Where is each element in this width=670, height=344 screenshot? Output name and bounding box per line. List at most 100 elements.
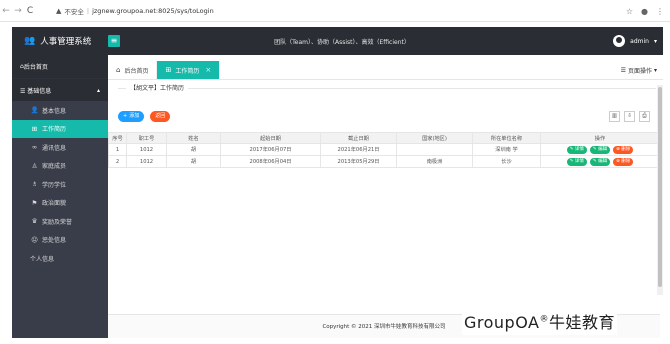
sidebar-item-award[interactable]: ♛ 奖励及荣誉 <box>12 212 108 231</box>
sidebar-item-family[interactable]: ♙ 家庭成员 <box>12 157 108 176</box>
detail-button[interactable]: ✎ 详情 <box>566 145 587 154</box>
sidebar-item-home[interactable]: ⌂ 后台首页 <box>12 55 108 79</box>
delete-button[interactable]: ⊗ 删除 <box>613 157 634 166</box>
back-button[interactable]: 返回 <box>150 111 171 122</box>
detail-button[interactable]: ✎ 详情 <box>566 157 587 166</box>
url-text: jzgnew.groupoa.net:8025/sys/toLogin <box>92 7 214 15</box>
address-separator: | <box>86 7 90 15</box>
table-header-row: 序号 职工号 姓名 起始日期 截止日期 国家(地区) 所在单位名称 操作 <box>108 132 660 144</box>
add-button[interactable]: + 添加 <box>118 111 145 122</box>
resume-table: 序号 职工号 姓名 起始日期 截止日期 国家(地区) 所在单位名称 操作 1 1… <box>108 132 660 168</box>
table-cell: 胡 <box>166 143 221 156</box>
sidebar-item-resume[interactable]: ⊞ 工作简历 <box>12 119 108 138</box>
print-icon[interactable]: ⎙ <box>639 111 650 122</box>
column-header[interactable]: 序号 <box>108 132 127 144</box>
sidebar-group-label: 基础信息 <box>27 87 52 95</box>
briefcase-icon: ⊞ <box>165 66 172 74</box>
columns-icon[interactable]: ▥ <box>609 111 620 122</box>
column-header[interactable]: 起始日期 <box>220 132 321 144</box>
table-cell: 2021年06月21日 <box>320 143 397 156</box>
column-header[interactable]: 国家(地区) <box>396 132 473 144</box>
penalty-icon: ☹ <box>31 235 38 244</box>
address-bar[interactable]: ▲ 不安全 | jzgnew.groupoa.net:8025/sys/toLo… <box>56 4 636 18</box>
column-header[interactable]: 所在单位名称 <box>472 132 541 144</box>
sidebar-item-political[interactable]: ⚑ 政治面貌 <box>12 194 108 213</box>
table-toolbar: + 添加 返回 <box>118 111 171 122</box>
briefcase-icon: ⊞ <box>31 124 38 133</box>
section-divider: 【胡文平】工作简历 <box>118 83 656 92</box>
reload-icon[interactable]: C <box>24 0 36 22</box>
bookmark-star-icon[interactable]: ☆ <box>626 7 633 16</box>
table-cell: 1012 <box>126 155 167 168</box>
avatar-icon <box>613 35 626 47</box>
back-arrow-icon[interactable]: ← <box>0 0 12 22</box>
sidebar: ⌂ 后台首页 ☰ 基础信息 ▴ 👤 基本信息 ⊞ 工作简历 ∞ 通讯信息 ♙ 家… <box>12 55 108 338</box>
add-button-label: 添加 <box>129 113 140 119</box>
registered-mark: ® <box>539 314 549 325</box>
sidebar-item-label: 奖励及荣誉 <box>42 218 73 226</box>
delete-label: 删除 <box>621 158 631 164</box>
sidebar-item-contact[interactable]: ∞ 通讯信息 <box>12 138 108 157</box>
list-icon: ☰ <box>620 67 626 74</box>
users-icon: 👥 <box>24 36 36 46</box>
screen: ← → C ▲ 不安全 | jzgnew.groupoa.net:8025/sy… <box>0 0 670 344</box>
forward-arrow-icon[interactable]: → <box>12 0 24 22</box>
sidebar-item-label: 学历学位 <box>42 181 67 189</box>
profile-icon[interactable]: ● <box>641 7 648 16</box>
column-header[interactable]: 姓名 <box>166 132 221 144</box>
table-cell: 1 <box>108 143 127 156</box>
table-cell: 2017年06月07日 <box>220 143 321 156</box>
sidebar-home-label: 后台首页 <box>23 64 48 71</box>
table-cell: 2 <box>108 155 127 168</box>
actions-cell: ✎ 详情 ✎ 编辑 ⊗ 删除 <box>540 155 660 168</box>
edit-button[interactable]: ✎ 编辑 <box>589 157 611 166</box>
browser-menu-icon[interactable]: ⋮ <box>656 7 664 16</box>
tab-home[interactable]: ⌂ 后台首页 <box>108 61 158 79</box>
column-header[interactable]: 截止日期 <box>320 132 397 144</box>
caret-up-icon: ▴ <box>96 86 100 94</box>
sidebar-item-label: 工作简历 <box>42 126 67 134</box>
content-panel: 【胡文平】工作简历 + 添加 返回 ▥ ⇩ ⎙ 序号 职工号 姓名 起始日期 截… <box>108 80 660 314</box>
table-row[interactable]: 1 1012 胡 2017年06月07日 2021年06月21日 深圳南 学 ✎… <box>108 143 660 156</box>
sidebar-item-label: 个人信息 <box>30 255 55 263</box>
delete-button[interactable]: ⊗ 删除 <box>613 145 634 154</box>
export-icon[interactable]: ⇩ <box>624 111 635 122</box>
watermark: GroupOA®牛娃教育 <box>462 307 617 335</box>
menu-toggle-icon[interactable]: ≡ <box>108 35 120 47</box>
detail-label: 详情 <box>574 158 584 164</box>
sidebar-item-basic[interactable]: 👤 基本信息 <box>12 101 108 120</box>
home-icon: ⌂ <box>116 66 121 74</box>
tab-label: 后台首页 <box>124 67 149 75</box>
table-tools: ▥ ⇩ ⎙ <box>609 111 650 122</box>
sidebar-group-basic[interactable]: ☰ 基础信息 ▴ <box>12 79 108 101</box>
table-row[interactable]: 2 1012 胡 2008年06月04日 2013年05月29日 南极洲 长沙 … <box>108 155 660 168</box>
scrollbar[interactable] <box>657 85 663 295</box>
detail-label: 详情 <box>574 146 584 152</box>
user-menu[interactable]: admin ▾ <box>613 35 657 47</box>
column-header[interactable]: 职工号 <box>126 132 167 144</box>
scroll-thumb[interactable] <box>658 87 662 287</box>
column-header[interactable]: 操作 <box>540 132 660 144</box>
table-cell: 深圳南 学 <box>472 143 541 156</box>
edit-button[interactable]: ✎ 编辑 <box>589 145 611 154</box>
sidebar-item-penalty[interactable]: ☹ 惩处信息 <box>12 231 108 250</box>
sidebar-item-education[interactable]: ♗ 学历学位 <box>12 175 108 194</box>
close-icon[interactable]: × <box>205 66 211 74</box>
sidebar-item-label: 政治面貌 <box>42 200 67 208</box>
page-title: 【胡文平】工作简历 <box>126 83 189 92</box>
browser-actions: ☆ ● ⋮ <box>626 0 664 22</box>
tab-resume[interactable]: ⊞ 工作简历 × <box>157 61 221 79</box>
table-cell: 长沙 <box>472 155 541 168</box>
edit-label: 编辑 <box>598 158 608 164</box>
watermark-brand: GroupOA <box>464 313 540 332</box>
family-icon: ♙ <box>31 161 38 170</box>
contact-icon: ∞ <box>31 143 38 152</box>
page-ops-label: 页面操作 <box>627 68 652 75</box>
page-ops-menu[interactable]: ☰ 页面操作 ▾ <box>621 61 657 80</box>
table-cell: 2008年06月04日 <box>220 155 321 168</box>
back-button-label: 返回 <box>155 113 166 119</box>
sidebar-item-personal[interactable]: 个人信息 <box>12 249 108 268</box>
brand: 👥 人事管理系统 <box>12 35 108 47</box>
table-cell: 1012 <box>126 143 167 156</box>
edit-label: 编辑 <box>598 146 608 152</box>
